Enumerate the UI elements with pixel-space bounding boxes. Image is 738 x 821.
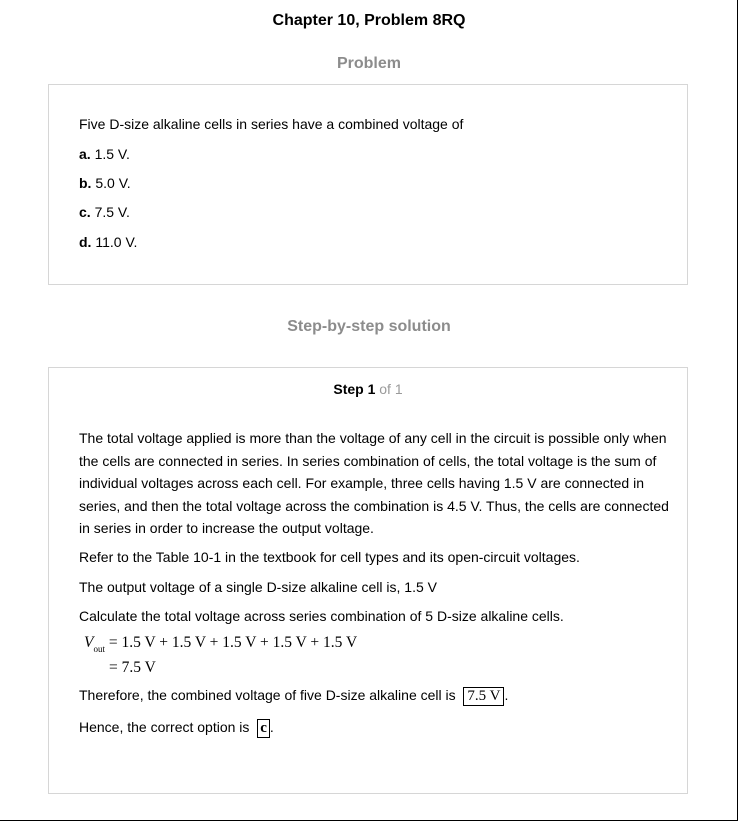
answer-text: Hence, the correct option is <box>79 719 250 735</box>
option-d: d. 11.0 V. <box>79 231 137 254</box>
option-text: 7.5 V. <box>94 204 130 220</box>
equation-line-1: Vout = 1.5 V + 1.5 V + 1.5 V + 1.5 V + 1… <box>84 634 358 654</box>
option-a: a. 1.5 V. <box>79 143 130 166</box>
solution-paragraph: Calculate the total voltage across serie… <box>79 608 564 624</box>
equation-expression: = 1.5 V + 1.5 V + 1.5 V + 1.5 V + 1.5 V <box>108 634 358 651</box>
solution-card: Step 1 of 1 The total voltage applied is… <box>48 367 688 794</box>
solution-heading: Step-by-step solution <box>287 318 451 335</box>
option-text: 1.5 V. <box>94 146 130 162</box>
chapter-title: Chapter 10, Problem 8RQ <box>272 12 466 29</box>
answer-option-box: c <box>257 719 270 738</box>
solution-paragraph: Refer to the Table 10-1 in the textbook … <box>79 549 580 565</box>
problem-heading: Problem <box>336 55 401 72</box>
option-letter: d. <box>79 234 92 250</box>
equation-line-2: = 7.5 V <box>109 659 156 676</box>
option-b: b. 5.0 V. <box>79 172 131 195</box>
solution-paragraph: The total voltage applied is more than t… <box>79 430 669 536</box>
solution-paragraph: The output voltage of a single D-size al… <box>79 579 437 595</box>
period: . <box>269 719 274 735</box>
option-letter: a. <box>79 146 91 162</box>
conclusion-line: Therefore, the combined voltage of five … <box>79 684 508 707</box>
option-letter: c. <box>79 204 91 220</box>
problem-card: Five D-size alkaline cells in series hav… <box>48 84 688 285</box>
period: . <box>504 687 509 703</box>
option-c: c. 7.5 V. <box>79 201 130 224</box>
step-total: of 1 <box>379 381 403 397</box>
equation-subscript: out <box>93 644 105 654</box>
answer-line: Hence, the correct option is c. <box>79 716 274 739</box>
step-label: Step 1 of 1 <box>49 381 687 397</box>
answer-value-box: 7.5 V <box>463 687 505 706</box>
conclusion-text: Therefore, the combined voltage of five … <box>79 687 456 703</box>
step-number: Step 1 <box>333 381 376 397</box>
option-text: 11.0 V. <box>95 234 138 250</box>
option-letter: b. <box>79 175 92 191</box>
problem-question: Five D-size alkaline cells in series hav… <box>79 116 464 132</box>
option-text: 5.0 V. <box>95 175 131 191</box>
